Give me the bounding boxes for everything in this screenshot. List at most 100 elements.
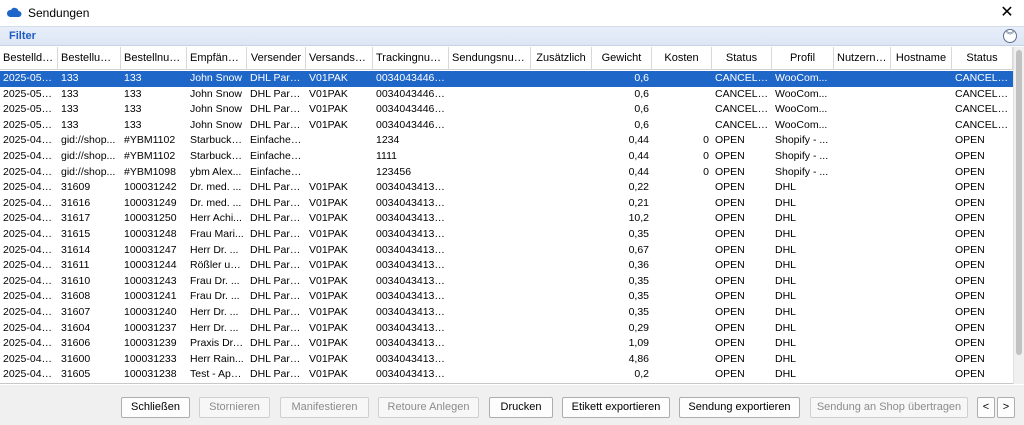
table-cell: 2025-05-0... [3,103,58,116]
table-row[interactable]: 2025-04-1... 31615 100031248 Frau Mari... DH… [0,227,1013,243]
table-cell: DHL Parc... [250,181,304,194]
filter-bar[interactable]: Filter ︾ [0,26,1024,46]
table-cell: OPEN [955,243,985,256]
table-cell: #YBM1098 [124,165,176,178]
table-cell: Einfacher ... [250,149,306,162]
close-icon[interactable]: ✕ [998,3,1016,21]
table-cell [891,165,952,181]
column-header[interactable]: Bestellnum... [121,47,187,70]
table-cell: ybm Alex... [190,165,242,178]
table-row[interactable]: 2025-04-1... 31608 100031241 Frau Dr. ... DH… [0,289,1013,305]
table-row[interactable]: 2025-04-1... 31610 100031243 Frau Dr. ... DH… [0,274,1013,290]
vertical-scrollbar[interactable] [1013,47,1024,384]
column-header[interactable]: Versandser... [306,47,373,70]
table-cell [891,118,952,134]
column-header[interactable]: Zusätzlich [531,47,592,70]
table-cell: OPEN [715,149,745,162]
table-cell [652,243,712,259]
table-cell: 31607 [61,305,91,318]
table-cell: OPEN [955,352,985,365]
cancel-shipment-button[interactable]: Stornieren [199,397,270,418]
scrollbar-thumb[interactable] [1016,50,1022,355]
table-cell: 0 [703,149,709,162]
table-cell [449,118,531,134]
table-row[interactable]: 2025-04-1... 31606 100031239 Praxis Dr. ...… [0,336,1013,352]
table-cell: OPEN [715,134,745,147]
table-cell [834,227,891,243]
table-row[interactable]: 2025-04-1... 31604 100031237 Herr Dr. ... DH… [0,321,1013,337]
table-cell [449,180,531,196]
table-cell: 100031241 [124,290,177,303]
column-header[interactable]: Versender [247,47,306,70]
table-row[interactable]: 2025-04-1... 31614 100031247 Herr Dr. ... DH… [0,243,1013,259]
table-row[interactable]: 2025-04-1... 31616 100031249 Dr. med. ... DH… [0,196,1013,212]
table-cell: OPEN [715,259,745,272]
column-header[interactable]: Status [952,47,1013,70]
table-cell: CANCELL... [715,103,772,116]
close-button[interactable]: Schließen [121,397,190,418]
table-cell: V01PAK [309,212,348,225]
table-cell: 2025-04-2... [3,165,58,178]
table-cell: WooCom... [775,72,828,84]
table-cell [531,352,592,368]
table-cell [652,352,712,368]
table-cell: 100031250 [124,212,177,225]
table-cell: Herr Dr. ... [190,305,239,318]
table-row[interactable]: 2025-04-1... 31600 100031233 Herr Rain... DH… [0,352,1013,368]
table-row[interactable]: 2025-04-3... gid://shop... #YBM1102 Starbuc… [0,133,1013,149]
next-page-button[interactable]: > [997,397,1015,418]
column-header[interactable]: Profil [772,47,834,70]
table-row[interactable]: 2025-05-0... 133 133 John Snow DHL Parc... V0… [0,71,1013,87]
table-row[interactable]: 2025-04-1... 31607 100031240 Herr Dr. ... DH… [0,305,1013,321]
column-header[interactable]: Sendungsnum... [449,47,531,70]
table-cell: V01PAK [309,87,348,100]
table-cell: 4,86 [628,352,649,365]
table-cell: 100031244 [124,259,177,272]
table-cell [891,243,952,259]
shipments-table[interactable]: Bestelldat... Bestellung... Bestellnum... E… [0,47,1013,384]
column-header[interactable]: Bestellung... [58,47,121,70]
export-shipment-button[interactable]: Sendung exportieren [679,397,800,418]
table-body[interactable]: 2025-05-0... 133 133 John Snow DHL Parc... V0… [0,71,1013,383]
table-row[interactable]: 2025-04-2... gid://shop... #YBM1098 ybm Ale… [0,165,1013,181]
table-cell: DHL [775,368,797,381]
create-return-button[interactable]: Retoure Anlegen [378,397,479,418]
export-label-button[interactable]: Etikett exportieren [562,397,670,418]
table-row[interactable]: 2025-05-0... 133 133 John Snow DHL Parc... V0… [0,87,1013,103]
column-header[interactable]: Nutzerna... [834,47,891,70]
table-row[interactable]: 2025-04-1... 31617 100031250 Herr Achi... DH… [0,211,1013,227]
table-cell: V01PAK [309,227,348,240]
print-button[interactable]: Drucken [489,397,553,418]
table-row[interactable]: 2025-04-2... gid://shop... #YBM1102 Starbuc… [0,149,1013,165]
transfer-to-shop-button[interactable]: Sendung an Shop übertragen [810,397,968,418]
table-row[interactable]: 2025-04-1... 31611 100031244 Rößler un... DH… [0,258,1013,274]
table-cell: DHL Parc... [250,196,304,209]
table-row[interactable]: 2025-04-1... 31605 100031238 Test - Apo... D… [0,367,1013,383]
column-header[interactable]: Kosten [652,47,712,70]
table-cell [834,336,891,352]
table-cell [449,196,531,212]
table-row[interactable]: 2025-04-1... 31609 100031242 Dr. med. ... DH… [0,180,1013,196]
previous-page-button[interactable]: < [977,397,995,418]
table-cell: 133 [61,72,79,84]
table-cell: DHL [775,337,797,350]
filter-label[interactable]: Filter [9,30,36,42]
column-header[interactable]: Bestelldat... [0,47,58,70]
chevron-down-icon[interactable]: ︾ [1003,29,1017,43]
table-cell: 003404341309... [376,227,449,240]
table-row[interactable]: 2025-05-0... 133 133 John Snow DHL Parc... V0… [0,102,1013,118]
table-cell: 0,6 [634,103,649,116]
column-header[interactable]: Hostname [891,47,952,70]
manifest-button[interactable]: Manifestieren [280,397,369,418]
table-cell [652,71,712,87]
column-header[interactable]: Empfänger [187,47,247,70]
table-cell: 100031239 [124,337,177,350]
column-header[interactable]: Gewicht [592,47,652,70]
table-cell: V01PAK [309,196,348,209]
column-header[interactable]: Trackingnum... [373,47,449,70]
table-row[interactable]: 2025-05-0... 133 133 John Snow DHL Parc... V0… [0,118,1013,134]
column-header[interactable]: Status [712,47,772,70]
table-cell [449,258,531,274]
table-cell: DHL Parc... [250,72,304,84]
table-cell [891,367,952,383]
